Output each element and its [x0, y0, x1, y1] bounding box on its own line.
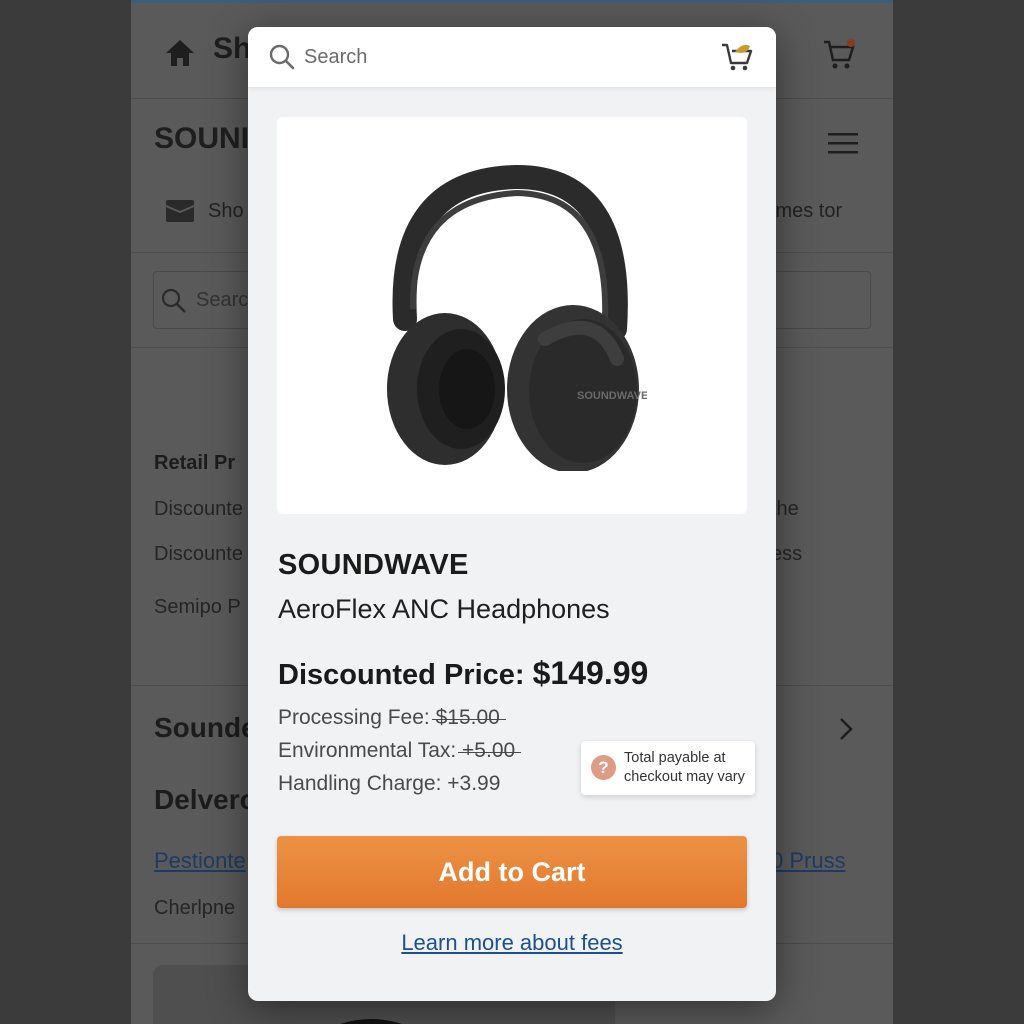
tooltip-text: Total payable at checkout may vary [624, 750, 745, 785]
search-input[interactable] [304, 41, 684, 73]
background-brand: SOUNI [154, 122, 250, 155]
headphones-logo: SOUNDWAVE [577, 390, 647, 402]
header-title: Sh [213, 32, 252, 65]
search-icon [161, 288, 186, 313]
background-link-right: 0 Pruss [771, 848, 846, 873]
search-placeholder: Searc [196, 289, 249, 311]
header-cart-icon [824, 39, 855, 69]
add-to-cart-button[interactable]: Add to Cart [277, 836, 747, 908]
package-icon [165, 200, 195, 222]
top-accent-line [131, 0, 893, 3]
price-label: Discounted Price: [278, 659, 525, 691]
environmental-tax: Environmental Tax: +5.00 [278, 739, 515, 763]
delivery-heading: Delvero [154, 784, 257, 815]
shop-subtitle: Sho [208, 200, 244, 222]
product-image-card: SOUNDWAVE [277, 117, 747, 514]
cart-icon[interactable] [720, 39, 754, 73]
headphones-image: SOUNDWAVE [387, 164, 647, 471]
home-icon [166, 40, 194, 66]
cherlpne-text: Cherlpne [154, 897, 236, 919]
handling-charge: Handling Charge: +3.99 [278, 772, 500, 796]
menu-icon [828, 133, 858, 154]
background-link: Pestionte [154, 848, 246, 873]
fee-amount: $15.00 [435, 706, 500, 729]
retail-heading: Retail Pr [154, 452, 236, 474]
product-modal: SOUNDWAVE SOUNDWAVE AeroFlex ANC Headpho… [248, 27, 776, 1001]
price-value: $149.99 [532, 655, 649, 691]
product-name: AeroFlex ANC Headphones [278, 594, 610, 624]
fee-label: Environmental Tax: [278, 739, 457, 762]
headphone-arc-icon [340, 1019, 402, 1024]
fee-label: Handling Charge: [278, 772, 442, 795]
product-brand: SOUNDWAVE [278, 549, 469, 581]
question-icon: ? [591, 755, 616, 780]
fee-label: Processing Fee: [278, 706, 430, 729]
semipo-text: Semipo P [154, 596, 241, 618]
discounted-price: Discounted Price: $149.99 [278, 655, 648, 692]
times-text: imes tor [771, 200, 843, 222]
processing-fee: Processing Fee: $15.00 [278, 706, 500, 730]
fee-amount: +3.99 [447, 772, 501, 795]
fee-amount: +5.00 [462, 739, 516, 762]
modal-header [248, 27, 776, 88]
discount-line: Discounte [154, 498, 243, 520]
sound-heading: Sounde [154, 712, 257, 743]
chevron-right-icon [840, 718, 853, 740]
discount-line: Discounte [154, 543, 243, 565]
search-icon [269, 44, 295, 70]
fee-tooltip: ? Total payable at checkout may vary [581, 741, 755, 795]
learn-more-link[interactable]: Learn more about fees [248, 930, 776, 956]
